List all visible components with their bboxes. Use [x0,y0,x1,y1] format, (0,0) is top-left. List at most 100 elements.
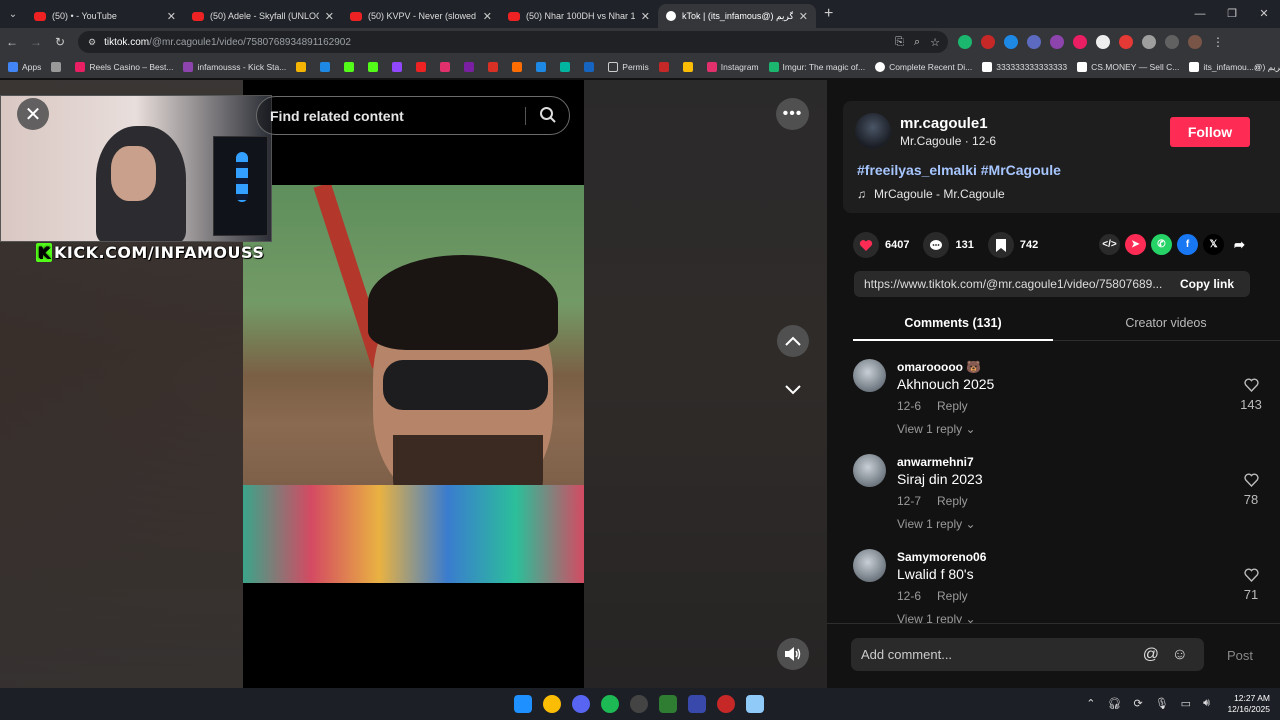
avatar[interactable] [853,359,886,392]
like-button[interactable]: 6407 [853,232,909,258]
comment-like-button[interactable] [1239,473,1263,492]
bookmark-imgur[interactable]: Imgur: The magic of... [768,62,865,72]
restore-icon[interactable]: ❐ [1216,0,1248,28]
close-tab-icon[interactable]: ✕ [641,10,650,23]
bookmark-item[interactable]: infamousss - Kick Sta... [183,62,286,72]
install-icon[interactable]: ⎘ [895,36,904,49]
browser-tab[interactable]: (50) KVPV - Never (slowed + re ✕ [342,4,500,28]
bookmark-item[interactable] [416,62,430,72]
music-link[interactable]: ♫ MrCagoule - Mr.Cagoule [857,187,1005,201]
facebook-icon[interactable]: f [1177,234,1198,255]
author-username[interactable]: mr.cagoule1 [900,115,988,132]
close-player-button[interactable]: ✕ [17,98,49,130]
comment-username[interactable]: anwarmehni7 [897,455,974,469]
bookmark-item[interactable]: Reels Casino – Best... [75,62,173,72]
extension-icon[interactable] [1004,35,1018,49]
follow-button[interactable]: Follow [1170,117,1250,147]
bookmark-tiktok[interactable]: its_infamou...@) گريم [1189,62,1280,73]
close-tab-icon[interactable]: ✕ [483,10,492,23]
bookmark-item[interactable] [368,62,382,72]
reading-list-icon[interactable] [1165,35,1179,49]
previous-video-button[interactable] [777,325,809,357]
bookmark-csmoney[interactable]: CS.MONEY — Sell C... [1077,62,1179,72]
x-icon[interactable]: 𝕏 [1203,234,1224,255]
video-frame[interactable] [243,185,584,583]
view-replies-button[interactable]: View 1 reply ⌄ [897,612,976,623]
avatar[interactable] [855,113,891,149]
bookmark-item[interactable] [344,62,358,72]
bookmark-github[interactable]: Complete Recent Di... [875,62,972,72]
bookmark-item[interactable] [51,62,65,72]
discord-icon[interactable] [572,695,590,713]
bookmark-star-icon[interactable]: ☆ [930,36,940,49]
search-icon[interactable] [539,106,557,124]
view-replies-button[interactable]: View 1 reply ⌄ [897,422,976,436]
share-link-field[interactable]: https://www.tiktok.com/@mr.cagoule1/vide… [854,271,1250,297]
view-replies-button[interactable]: View 1 reply ⌄ [897,517,976,531]
bookmark-folder-permis[interactable]: Permis [608,62,649,72]
browser-tab[interactable]: (50) Nhar 100DH vs Nhar 10 00 ✕ [500,4,658,28]
whatsapp-icon[interactable]: ✆ [1151,234,1172,255]
tray-overflow-icon[interactable]: ⌃ [1086,697,1095,710]
app-icon[interactable] [688,695,706,713]
tab-comments[interactable]: Comments (131) [853,316,1053,330]
emoji-icon[interactable]: ☺ [1172,646,1188,664]
save-button[interactable]: 742 [987,232,1038,258]
extension-icon[interactable] [1027,35,1041,49]
bookmark-item[interactable] [584,62,598,72]
forward-icon[interactable]: → [24,35,48,49]
bookmark-item[interactable] [440,62,454,72]
bookmark-item[interactable] [392,62,406,72]
reply-button[interactable]: Reply [937,494,968,508]
bookmark-item[interactable]: 333333333333333 [982,62,1067,72]
embed-icon[interactable]: </> [1099,234,1120,255]
next-video-button[interactable] [777,374,809,406]
display-icon[interactable]: ▭ [1181,697,1191,710]
back-icon[interactable]: ← [0,35,24,49]
extension-icon[interactable] [1050,35,1064,49]
mention-icon[interactable]: @ [1143,646,1159,664]
bookmark-apps[interactable]: Apps [8,62,41,72]
bookmark-item[interactable] [560,62,574,72]
volume-button[interactable] [777,638,809,670]
bookmark-instagram[interactable]: Instagram [706,62,759,72]
close-tab-icon[interactable]: ✕ [799,10,808,23]
bookmark-item[interactable] [320,62,334,72]
close-window-icon[interactable]: ✕ [1248,0,1280,28]
minimize-icon[interactable]: — [1184,0,1216,28]
app-icon[interactable] [746,695,764,713]
obs-icon[interactable] [630,695,648,713]
copy-link-button[interactable]: Copy link [1180,277,1234,291]
bookmark-item[interactable] [488,62,502,72]
system-clock[interactable]: 12:27 AM 12/16/2025 [1227,693,1270,715]
headset-icon[interactable]: 🎧︎ [1108,697,1122,710]
bookmark-item[interactable] [682,62,697,72]
new-tab-button[interactable]: + [824,5,833,23]
extension-icon[interactable] [1119,35,1133,49]
bookmark-item[interactable] [658,62,673,72]
sync-icon[interactable]: ⟳ [1133,697,1142,710]
extension-icon[interactable] [958,35,972,49]
bookmark-item[interactable] [536,62,550,72]
chrome-icon[interactable] [543,695,561,713]
zoom-icon[interactable]: ⌕ [914,36,920,49]
comment-button[interactable]: 131 [923,232,974,258]
comment-username[interactable]: omarooooo 🐻 [897,360,981,374]
tab-creator-videos[interactable]: Creator videos [1066,316,1266,330]
send-icon[interactable]: ➤ [1125,234,1146,255]
extension-icon[interactable] [1096,35,1110,49]
app-icon[interactable] [717,695,735,713]
browser-tab-active[interactable]: kTok | (its_infamous@) گريم ✕ [658,4,816,28]
avatar[interactable] [853,549,886,582]
related-search-input[interactable]: Find related content [256,96,570,135]
address-bar[interactable]: ⚙ tiktok.com/@mr.cagoule1/video/75807689… [78,31,948,53]
reload-icon[interactable]: ↻ [48,35,72,49]
mic-icon[interactable]: 🎙︎ [1155,697,1169,710]
comment-like-button[interactable] [1239,568,1263,587]
hashtags[interactable]: #freeilyas_elmalki #MrCagoule [857,162,1061,178]
close-tab-icon[interactable]: ✕ [167,10,176,23]
bookmarks-overflow-icon[interactable]: » [1254,62,1260,73]
more-options-button[interactable]: ••• [776,98,809,130]
browser-tab[interactable]: (50) • - YouTube ✕ [26,4,184,28]
add-comment-input[interactable]: Add comment... @ ☺ [851,638,1204,671]
